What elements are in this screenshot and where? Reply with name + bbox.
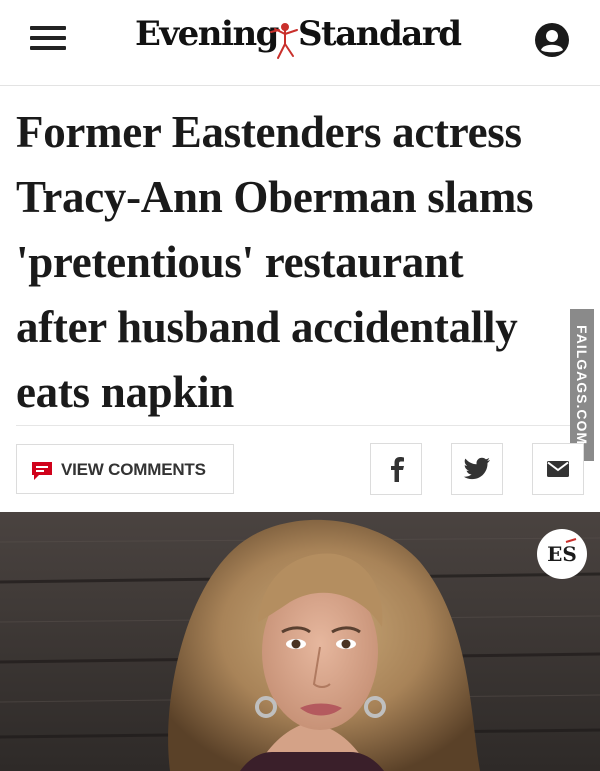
email-icon — [547, 461, 569, 477]
article-photo — [0, 512, 600, 771]
share-email-button[interactable] — [532, 443, 584, 495]
evening-standard-logo[interactable]: Evening Standard — [130, 14, 470, 64]
headline-line: 'pretentious' restaurant — [16, 237, 464, 287]
hamburger-menu-icon[interactable] — [30, 26, 66, 54]
es-badge-text: ES — [547, 542, 577, 566]
headline-line: Former Eastenders actress — [16, 107, 522, 157]
headline-line: Tracy-Ann Oberman slams — [16, 172, 534, 222]
share-twitter-button[interactable] — [451, 443, 503, 495]
view-comments-button[interactable]: VIEW COMMENTS — [16, 444, 234, 494]
logo-word-evening: Evening — [135, 14, 279, 54]
es-badge-logo: ES — [537, 529, 587, 579]
headline-line: eats napkin — [16, 367, 235, 417]
comment-icon — [32, 462, 52, 480]
watermark: FAILGAGS.COM — [570, 309, 594, 461]
twitter-icon — [463, 457, 490, 480]
view-comments-label: VIEW COMMENTS — [61, 460, 206, 479]
divider — [16, 425, 584, 426]
watermark-text: FAILGAGS.COM — [574, 324, 590, 446]
article-headline: Former Eastenders actress Tracy-Ann Ober… — [16, 100, 584, 425]
logo-word-standard: Standard — [298, 14, 462, 54]
site-header: Evening Standard — [0, 0, 600, 86]
share-facebook-button[interactable] — [370, 443, 422, 495]
facebook-icon — [391, 457, 404, 482]
user-account-icon[interactable] — [534, 22, 570, 58]
headline-line: after husband accidentally — [16, 302, 518, 352]
